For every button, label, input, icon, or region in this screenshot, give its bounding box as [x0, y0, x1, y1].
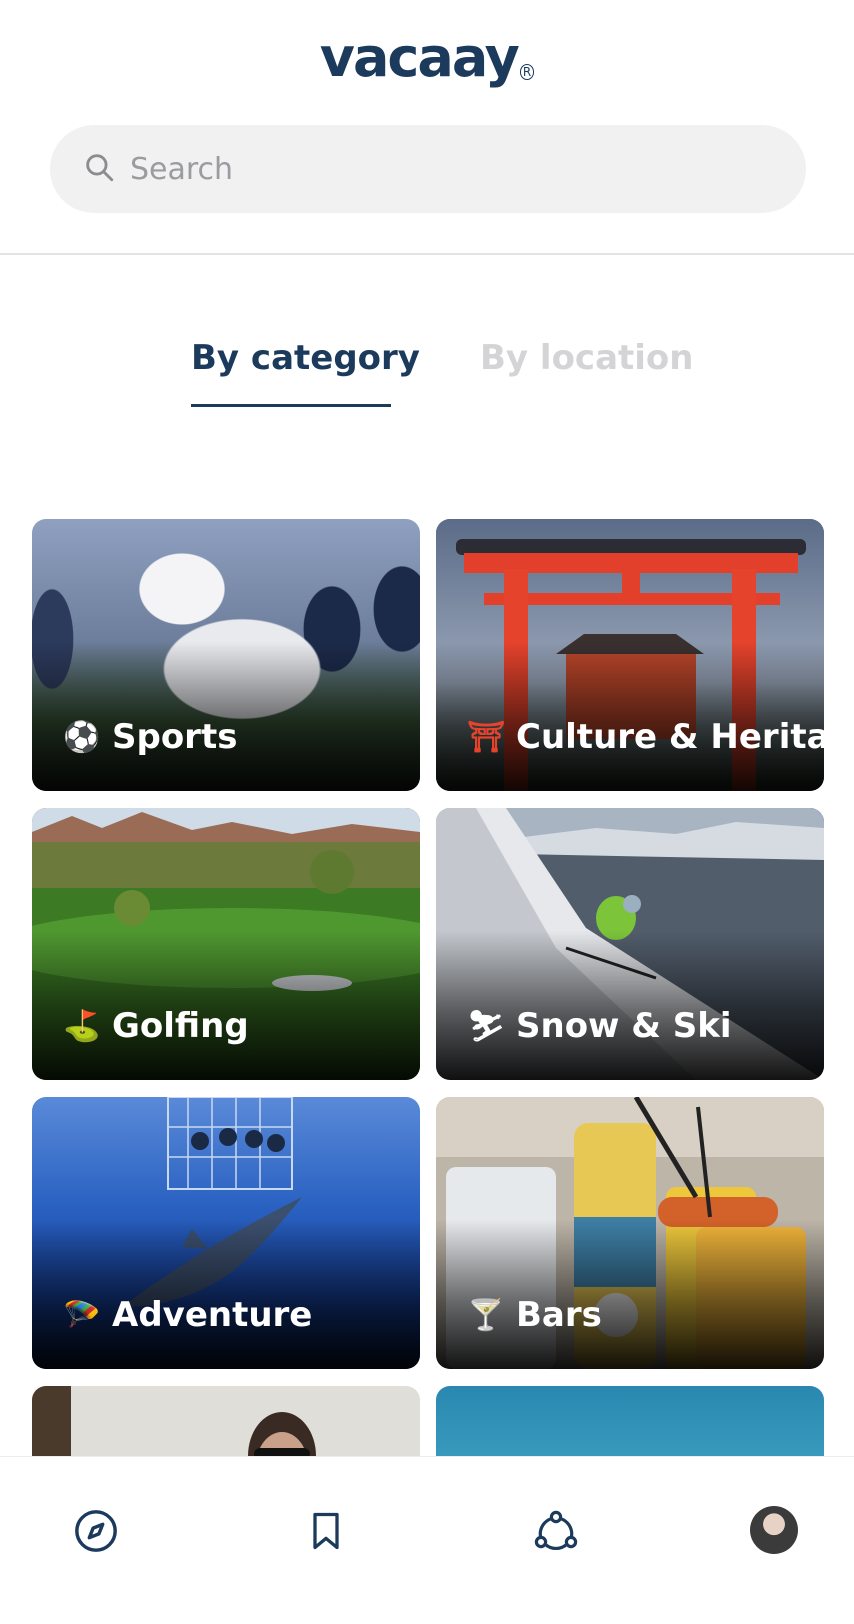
category-label-snow-ski: ⛷ Snow & Ski [466, 1006, 732, 1046]
torii-gate-icon: ⛩ [466, 719, 506, 755]
tab-by-location[interactable]: By location [480, 338, 694, 378]
bookmark-icon [304, 1508, 348, 1558]
profile-avatar[interactable] [750, 1506, 798, 1554]
header: vacaay R [0, 0, 854, 255]
golf-flag-icon: ⛳ [63, 1008, 101, 1044]
community-icon [532, 1507, 580, 1559]
view-tabs: By category By location [0, 330, 854, 410]
nav-saved[interactable] [300, 1507, 352, 1559]
active-tab-indicator [191, 404, 391, 407]
cocktail-icon: 🍸 [467, 1297, 505, 1333]
app-logo: vacaay R [0, 26, 854, 89]
tab-by-category[interactable]: By category [191, 338, 420, 378]
nav-community[interactable] [530, 1507, 582, 1559]
category-label-sports: ⚽ Sports [63, 717, 238, 757]
category-card-golfing[interactable]: ⛳ Golfing [32, 808, 420, 1080]
category-card-culture-heritage[interactable]: ⛩Culture & Heritage [436, 519, 824, 791]
skier-icon: ⛷ [466, 1008, 506, 1044]
bottom-nav [0, 1456, 854, 1624]
category-card-adventure[interactable]: 🪂 Adventure [32, 1097, 420, 1369]
category-label-golfing: ⛳ Golfing [63, 1006, 249, 1046]
category-card-snow-ski[interactable]: ⛷ Snow & Ski [436, 808, 824, 1080]
registered-mark: R [519, 64, 535, 80]
search-bar[interactable] [50, 125, 806, 213]
search-icon [82, 150, 116, 188]
category-card-bars[interactable]: 🍸 Bars [436, 1097, 824, 1369]
parachute-icon: 🪂 [63, 1297, 101, 1333]
category-card-sports[interactable]: ⚽ Sports [32, 519, 420, 791]
soccer-ball-icon: ⚽ [63, 719, 101, 755]
search-input[interactable] [130, 151, 730, 187]
category-label-bars: 🍸 Bars [467, 1295, 602, 1335]
nav-explore[interactable] [70, 1507, 122, 1559]
category-label-culture: ⛩Culture & Heritage [466, 717, 824, 757]
compass-icon [73, 1508, 119, 1558]
category-label-adventure: 🪂 Adventure [63, 1295, 313, 1335]
